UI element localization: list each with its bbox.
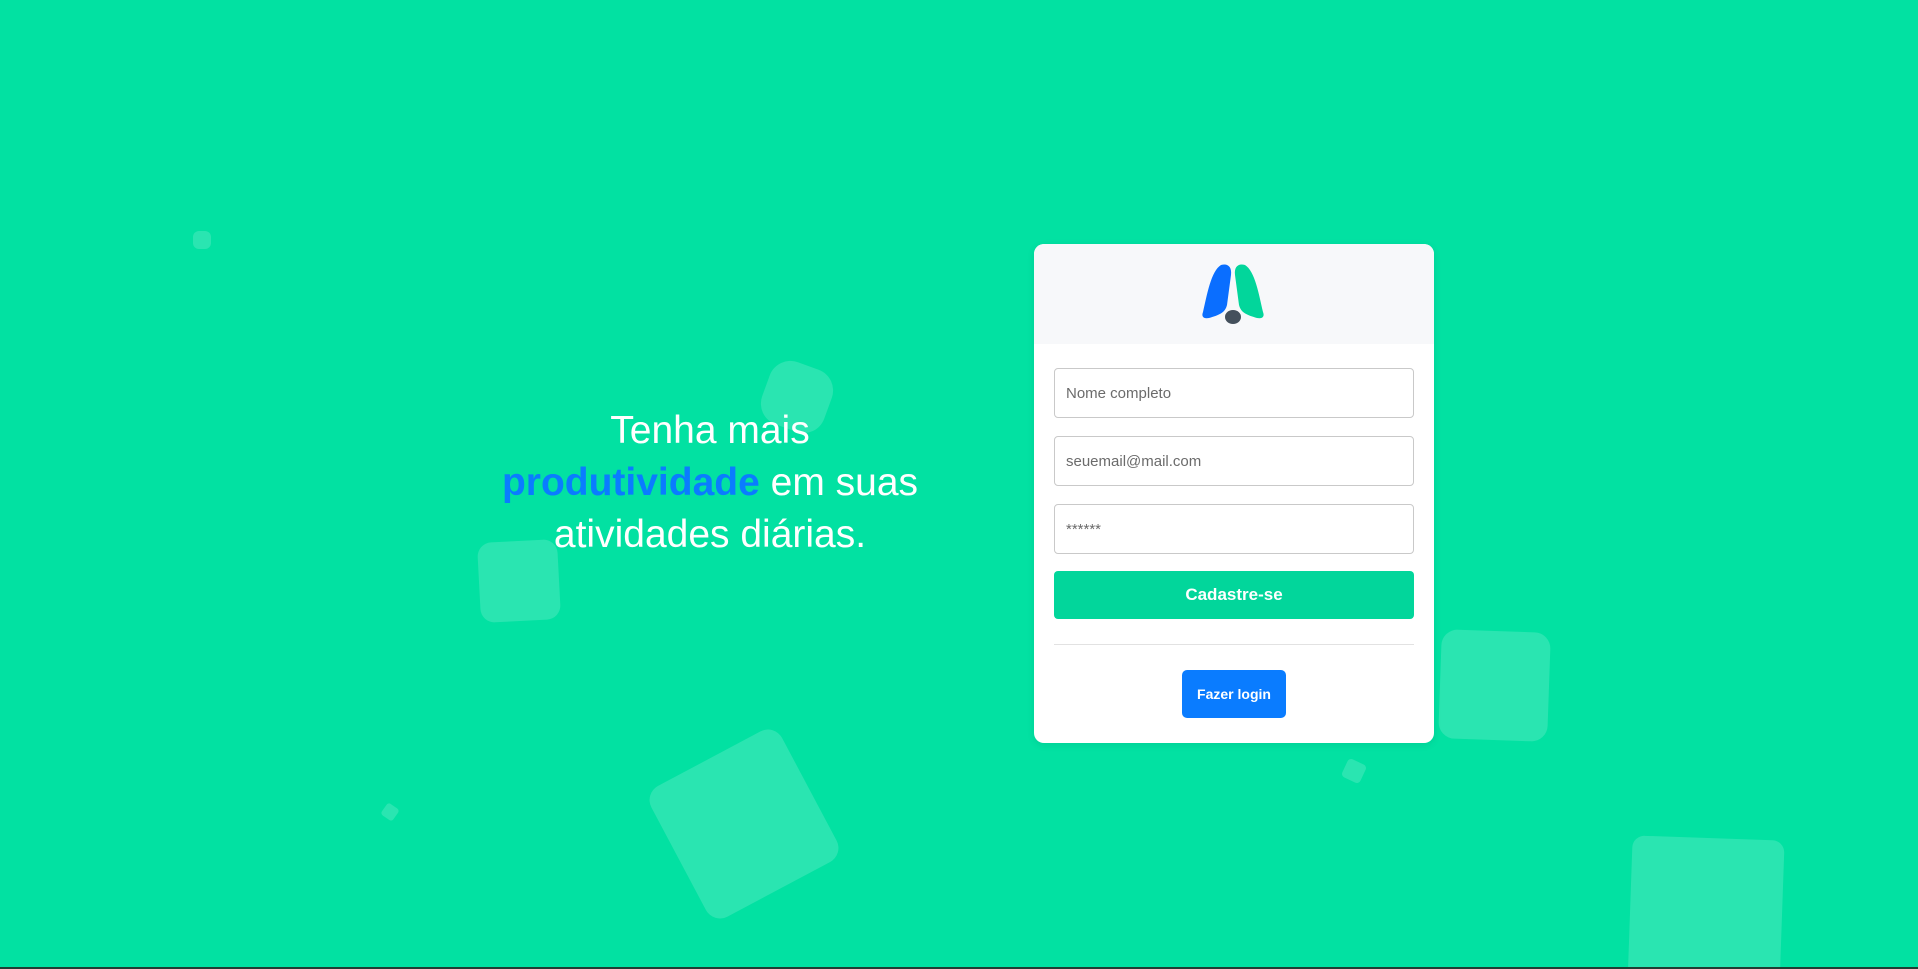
app-logo-icon xyxy=(1202,264,1264,324)
hero-line-1: Tenha mais xyxy=(610,409,810,452)
hero-line-3: atividades diárias. xyxy=(553,513,867,556)
hero-accent-word: produtividade xyxy=(501,461,760,504)
divider xyxy=(1054,644,1414,645)
hero-line-2-rest: em suas xyxy=(759,461,919,504)
card-header xyxy=(1034,244,1434,344)
hero-tagline: Tenha mais produtividade em suas ativida… xyxy=(470,405,950,561)
signup-button[interactable]: Cadastre-se xyxy=(1054,571,1414,619)
password-input[interactable] xyxy=(1054,504,1414,554)
login-button[interactable]: Fazer login xyxy=(1182,670,1286,718)
decor-square xyxy=(643,723,845,925)
decor-square xyxy=(1627,835,1785,969)
full-name-input[interactable] xyxy=(1054,368,1414,418)
email-input[interactable] xyxy=(1054,436,1414,486)
decor-square xyxy=(1340,757,1368,785)
signup-card: Cadastre-se Fazer login xyxy=(1034,244,1434,743)
decor-square xyxy=(1438,629,1551,742)
card-body: Cadastre-se Fazer login xyxy=(1034,344,1434,718)
decor-square xyxy=(380,802,400,822)
decor-square xyxy=(193,231,211,249)
